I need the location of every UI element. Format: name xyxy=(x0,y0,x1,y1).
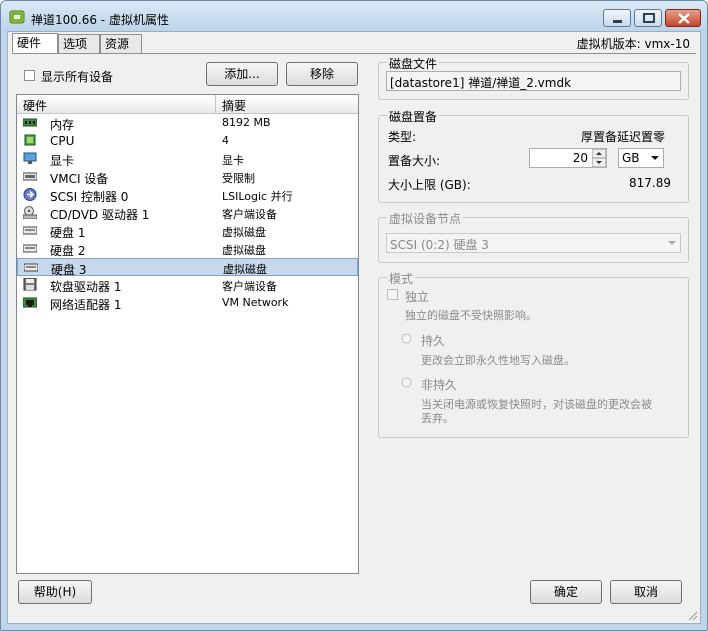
close-button[interactable] xyxy=(665,9,701,27)
nonpersistent-radio[interactable] xyxy=(401,377,412,388)
nonpersistent-description-line1: 当关闭电源或恢复快照时，对该磁盘的更改会被 xyxy=(421,398,652,411)
vm-version-label: 虚拟机版本: vmx-10 xyxy=(576,37,690,51)
vm-icon xyxy=(9,10,25,24)
persistent-label: 持久 xyxy=(421,334,446,348)
hardware-row-video-card[interactable]: 显卡 显卡 xyxy=(17,150,358,168)
minimize-icon xyxy=(613,20,622,23)
size-unit-select[interactable]: GB xyxy=(618,148,664,168)
tab-resources[interactable]: 资源 xyxy=(100,34,142,53)
disk-file-group: 磁盘文件 [datastore1] 禅道/禅道_2.vmdk xyxy=(378,55,689,100)
chevron-down-icon xyxy=(668,241,676,245)
hardware-list[interactable]: 硬件 摘要 内存 8192 MB CPU 4 显卡 显卡 VMCI 设备 受限制… xyxy=(16,94,359,574)
tab-options[interactable]: 选项 xyxy=(58,34,100,53)
remove-button[interactable]: 移除 xyxy=(286,62,358,86)
hardware-row-cd-dvd[interactable]: CD/DVD 驱动器 1 客户端设备 xyxy=(17,204,358,222)
max-size-value: 817.89 xyxy=(629,176,671,190)
hardware-row-hard-disk-2[interactable]: 硬盘 2 虚拟磁盘 xyxy=(17,240,358,258)
disk-file-group-label: 磁盘文件 xyxy=(387,55,440,72)
hardware-row-cpu[interactable]: CPU 4 xyxy=(17,132,358,150)
disk-icon xyxy=(23,244,37,253)
vmci-icon xyxy=(23,172,37,181)
maximize-icon xyxy=(643,13,655,23)
properties-window: 禅道100.66 - 虚拟机属性 硬件 选项 资源 虚拟机版本: vmx-10 … xyxy=(0,0,708,631)
memory-icon xyxy=(23,118,37,127)
disk-provisioning-group: 磁盘置备 类型: 厚置备延迟置零 置备大小: 20 GB 大小上限 (GB): … xyxy=(378,108,689,203)
disk-icon xyxy=(23,226,37,235)
chevron-down-icon xyxy=(651,156,659,160)
persistent-description: 更改会立即永久性地写入磁盘。 xyxy=(421,354,575,367)
type-label: 类型: xyxy=(388,130,417,144)
hardware-row-hard-disk-1[interactable]: 硬盘 1 虚拟磁盘 xyxy=(17,222,358,240)
hardware-row-scsi-controller[interactable]: SCSI 控制器 0 LSILogic 并行 xyxy=(17,186,358,204)
nonpersistent-label: 非持久 xyxy=(421,378,458,392)
virtual-device-node-group: 虚拟设备节点 SCSI (0:2) 硬盘 3 xyxy=(378,210,689,263)
mode-label: 模式 xyxy=(387,270,416,287)
dialog-body: 硬件 选项 资源 虚拟机版本: vmx-10 显示所有设备 添加... 移除 硬… xyxy=(7,31,701,624)
persistent-radio[interactable] xyxy=(401,333,412,344)
spinner-arrows-icon[interactable] xyxy=(592,149,606,167)
show-all-devices-label: 显示所有设备 xyxy=(41,70,114,84)
scsi-icon xyxy=(23,188,37,201)
resize-grip-icon[interactable] xyxy=(686,609,698,621)
independent-label: 独立 xyxy=(405,290,430,304)
help-button[interactable]: 帮助(H) xyxy=(18,580,92,604)
hardware-row-memory[interactable]: 内存 8192 MB xyxy=(17,114,358,132)
cpu-icon xyxy=(24,134,36,146)
virtual-device-node-label: 虚拟设备节点 xyxy=(387,210,464,227)
hardware-row-floppy[interactable]: 软盘驱动器 1 客户端设备 xyxy=(17,276,358,294)
display-icon xyxy=(23,152,37,164)
show-all-devices-checkbox[interactable] xyxy=(24,70,35,81)
add-button[interactable]: 添加... xyxy=(206,62,278,86)
type-value: 厚置备延迟置零 xyxy=(581,130,666,144)
hardware-row-vmci[interactable]: VMCI 设备 受限制 xyxy=(17,168,358,186)
window-title: 禅道100.66 - 虚拟机属性 xyxy=(31,13,169,27)
floppy-icon xyxy=(23,278,37,291)
dialog-footer: 帮助(H) 确定 取消 xyxy=(8,577,700,623)
virtual-device-node-select[interactable]: SCSI (0:2) 硬盘 3 xyxy=(386,233,681,253)
close-icon xyxy=(678,13,690,24)
cancel-button[interactable]: 取消 xyxy=(610,580,682,604)
disk-icon xyxy=(24,263,38,272)
hardware-panel: 显示所有设备 添加... 移除 硬件 摘要 内存 8192 MB CPU 4 显… xyxy=(12,53,696,578)
mode-group: 模式 独立 独立的磁盘不受快照影响。 持久 更改会立即永久性地写入磁盘。 非持久… xyxy=(378,270,689,438)
network-icon xyxy=(23,297,37,308)
cdrom-icon xyxy=(23,206,37,219)
max-size-label: 大小上限 (GB): xyxy=(388,178,471,192)
hardware-row-network-adapter[interactable]: 网络适配器 1 VM Network xyxy=(17,294,358,312)
independent-description: 独立的磁盘不受快照影响。 xyxy=(405,309,537,322)
independent-checkbox[interactable] xyxy=(387,289,398,300)
maximize-button[interactable] xyxy=(634,9,662,27)
disk-provisioning-group-label: 磁盘置备 xyxy=(387,108,440,125)
minimize-button[interactable] xyxy=(603,9,631,27)
column-header-hardware[interactable]: 硬件 xyxy=(23,97,47,114)
hardware-row-hard-disk-3[interactable]: 硬盘 3 虚拟磁盘 xyxy=(17,258,358,277)
ok-button[interactable]: 确定 xyxy=(530,580,602,604)
disk-file-field[interactable]: [datastore1] 禅道/禅道_2.vmdk xyxy=(386,71,681,91)
title-bar[interactable]: 禅道100.66 - 虚拟机属性 xyxy=(1,1,707,31)
tab-hardware[interactable]: 硬件 xyxy=(12,33,58,54)
nonpersistent-description-line2: 丢弃。 xyxy=(421,412,454,425)
column-header-summary[interactable]: 摘要 xyxy=(222,97,246,114)
hardware-list-header: 硬件 摘要 xyxy=(17,95,358,114)
size-label: 置备大小: xyxy=(388,154,441,168)
